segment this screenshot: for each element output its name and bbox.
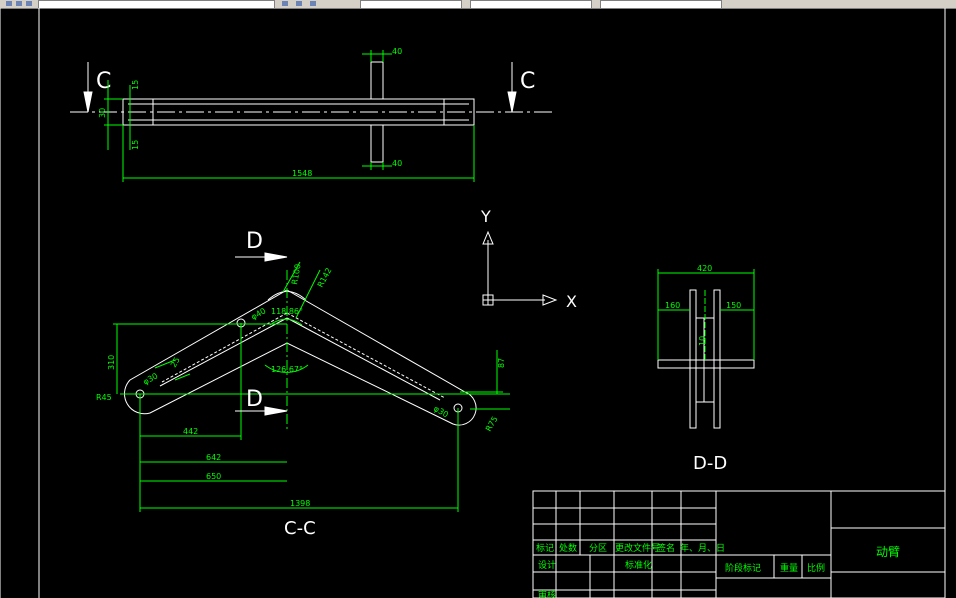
- dd-dim-left: 160: [665, 301, 680, 310]
- dd-dim-right: 150: [726, 301, 741, 310]
- dim-r100: R100: [290, 263, 302, 285]
- dim-stub-top: 40: [392, 47, 402, 56]
- dim-r75: R75: [484, 415, 500, 433]
- tb-scale: 比例: [807, 562, 825, 574]
- dim-height: 310: [107, 355, 116, 370]
- tb-col-count: 处数: [559, 542, 577, 554]
- dim-angle-top: 118.86°: [271, 307, 303, 316]
- top-view: C C 1548 40 40 15 30 15: [70, 47, 555, 182]
- cc-view: D D R100 R142 118.86° 126.67° φ40 φ30 φ3…: [96, 229, 510, 539]
- tb-col-change-doc: 更改文件号: [615, 542, 660, 554]
- tb-col-zone: 分区: [589, 543, 607, 554]
- dim-length: 1548: [292, 169, 312, 178]
- dim-angle-bottom: 126.67°: [271, 365, 303, 374]
- tb-col-mark: 标记: [536, 542, 554, 554]
- section-label-d-bottom: D: [246, 387, 263, 412]
- dim-r45: R45: [96, 393, 112, 402]
- pan-icon[interactable]: [296, 1, 302, 6]
- dd-web-left: [689, 289, 697, 429]
- tb-weight: 重量: [780, 562, 798, 574]
- tb-part-name: 动臂: [876, 545, 900, 559]
- dim-hole-right: φ30: [432, 404, 450, 420]
- boom-inner-right: [286, 317, 441, 401]
- dim-hole-left: φ40: [250, 306, 268, 322]
- open-icon[interactable]: [16, 1, 22, 6]
- section-arrow-c-left: [83, 62, 93, 113]
- ucs-icon: Y X: [480, 207, 577, 311]
- dd-web-right: [713, 289, 721, 429]
- tb-stage-mark: 阶段标记: [725, 562, 761, 574]
- ucs-y-label: Y: [480, 207, 491, 226]
- dd-view: 420 160 150 10 D-D: [657, 264, 755, 474]
- dim-442: 442: [183, 427, 198, 436]
- bottom-stub: [370, 124, 384, 163]
- tb-col-date: 年、月、日: [680, 542, 725, 554]
- dim-642: 642: [206, 453, 221, 462]
- dim-hole-far: φ30: [142, 371, 160, 387]
- properties-icon[interactable]: [310, 1, 316, 6]
- dd-base-plate: [657, 359, 755, 369]
- dim-side-top: 15: [131, 80, 140, 90]
- top-dimensions: [104, 50, 475, 182]
- dim-side-bottom: 15: [131, 140, 140, 150]
- tb-design: 设计: [538, 559, 556, 571]
- section-arrow-d-top: [235, 252, 288, 262]
- dd-dim-center: 10: [698, 336, 707, 346]
- section-label-d-top: D: [246, 229, 263, 254]
- dim-right-height: 87: [497, 358, 506, 368]
- drawing-frame: [0, 8, 946, 598]
- save-icon[interactable]: [26, 1, 32, 6]
- dim-1398: 1398: [290, 499, 310, 508]
- section-label-c-right: C: [520, 69, 535, 94]
- new-icon[interactable]: [6, 1, 12, 6]
- dd-dim-width: 420: [697, 264, 712, 273]
- section-label-c-left: C: [96, 69, 111, 94]
- title-block: 标记 处数 分区 更改文件号 签名 年、月、日 设计 标准化 阶段标记 重量 比…: [532, 490, 946, 598]
- tb-standard: 标准化: [625, 559, 652, 571]
- slot-left: [161, 312, 288, 383]
- slot-right: [286, 312, 446, 399]
- dim-650: 650: [206, 472, 221, 481]
- tb-review: 审核: [538, 589, 556, 598]
- section-arrow-c-right: [507, 62, 517, 113]
- drawing-canvas[interactable]: C C 1548 40 40 15 30 15 Y X D D R100 R14…: [0, 8, 956, 598]
- cc-view-title: C-C: [284, 518, 316, 539]
- dim-slot: 25: [169, 356, 182, 369]
- ucs-x-label: X: [566, 292, 577, 311]
- dim-side-mid: 30: [98, 108, 107, 118]
- top-stub: [370, 61, 384, 100]
- dim-r142: R142: [316, 266, 334, 289]
- tb-col-signature: 签名: [657, 542, 675, 554]
- dd-view-title: D-D: [693, 453, 727, 474]
- zoom-icon[interactable]: [282, 1, 288, 6]
- dim-stub-bottom: 40: [392, 159, 402, 168]
